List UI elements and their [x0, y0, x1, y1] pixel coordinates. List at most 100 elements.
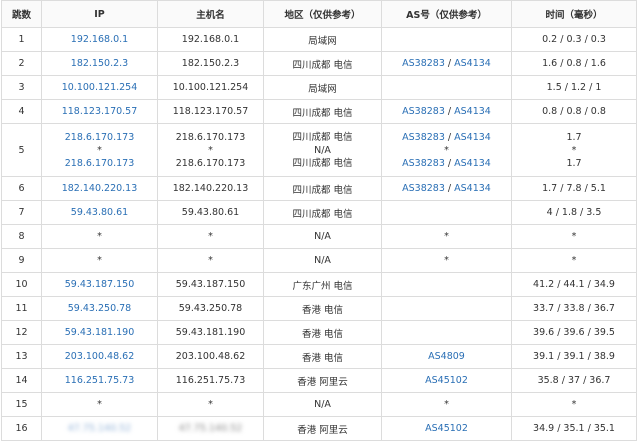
ip-link[interactable]: 218.6.170.173	[44, 131, 155, 144]
hop-cell: 1	[1, 27, 42, 52]
hop-cell: 16	[1, 416, 42, 441]
table-row: 1 192.168.0.1 192.168.0.1 局域网 0.2 / 0.3 …	[1, 27, 637, 52]
host-value: *	[208, 144, 213, 156]
host-cell: 182.140.220.13	[157, 176, 264, 201]
as-cell	[381, 200, 512, 225]
host-cell: *	[157, 392, 264, 417]
hop-cell: 9	[1, 248, 42, 273]
hop-cell: 5	[1, 123, 42, 177]
blurred-host: 47.75.140.52	[178, 423, 243, 434]
region-value: 四川成都 电信	[292, 157, 353, 169]
region-cell: 四川成都 电信 N/A 四川成都 电信	[263, 123, 382, 177]
col-header-ip: IP	[41, 0, 158, 28]
hop-cell: 11	[1, 296, 42, 321]
as-link[interactable]: AS45102	[425, 375, 468, 386]
table-row: 16 47.75.140.52 47.75.140.52 香港 阿里云 AS45…	[1, 416, 637, 441]
ip-link-blurred[interactable]: 47.75.140.52	[41, 416, 158, 441]
region-cell: N/A	[263, 224, 382, 249]
table-row: 14 116.251.75.73 116.251.75.73 香港 阿里云 AS…	[1, 368, 637, 393]
time-cell: 34.9 / 35.1 / 35.1	[511, 416, 637, 441]
hop-cell: 4	[1, 99, 42, 124]
ip-timeout: *	[97, 144, 102, 156]
as-cell	[381, 320, 512, 345]
region-cell: 香港 电信	[263, 344, 382, 369]
as-cell: AS38283 / AS4134	[381, 51, 512, 76]
as-cell: *	[381, 248, 512, 273]
as-link[interactable]: AS38283	[402, 132, 445, 143]
region-cell: 香港 阿里云	[263, 368, 382, 393]
time-cell: 39.6 / 39.6 / 39.5	[511, 320, 637, 345]
host-cell: 59.43.250.78	[157, 296, 264, 321]
time-cell: *	[511, 224, 637, 249]
as-cell	[381, 296, 512, 321]
time-cell: 39.1 / 39.1 / 38.9	[511, 344, 637, 369]
table-row: 10 59.43.187.150 59.43.187.150 广东广州 电信 4…	[1, 272, 637, 297]
ip-link[interactable]: 59.43.187.150	[41, 272, 158, 297]
as-link[interactable]: AS38283	[402, 183, 445, 194]
ip-link[interactable]: 10.100.121.254	[41, 75, 158, 100]
time-cell: 41.2 / 44.1 / 34.9	[511, 272, 637, 297]
ip-link[interactable]: 116.251.75.73	[41, 368, 158, 393]
as-link[interactable]: AS38283	[402, 58, 445, 69]
col-header-hop: 跳数	[1, 0, 42, 28]
ip-link[interactable]: 203.100.48.62	[41, 344, 158, 369]
ip-link[interactable]: 59.43.181.190	[41, 320, 158, 345]
time-cell: 1.7 / 7.8 / 5.1	[511, 176, 637, 201]
ip-link[interactable]: 118.123.170.57	[41, 99, 158, 124]
time-value: 1.7	[566, 131, 582, 143]
as-link[interactable]: AS4134	[454, 132, 491, 143]
table-row: 9 * * N/A * *	[1, 248, 637, 273]
table-row: 11 59.43.250.78 59.43.250.78 香港 电信 33.7 …	[1, 296, 637, 321]
as-link[interactable]: AS4134	[454, 158, 491, 169]
region-cell: N/A	[263, 392, 382, 417]
region-value: N/A	[314, 144, 331, 156]
ip-link[interactable]: 218.6.170.173	[44, 157, 155, 170]
region-cell: 香港 阿里云	[263, 416, 382, 441]
ip-timeout: *	[41, 248, 158, 273]
table-row: 12 59.43.181.190 59.43.181.190 香港 电信 39.…	[1, 320, 637, 345]
ip-link[interactable]: 182.140.220.13	[41, 176, 158, 201]
as-link[interactable]: AS38283	[402, 158, 445, 169]
region-cell: 四川成都 电信	[263, 200, 382, 225]
table-row: 15 * * N/A * *	[1, 392, 637, 417]
host-cell: 218.6.170.173 * 218.6.170.173	[157, 123, 264, 177]
ip-timeout: *	[41, 392, 158, 417]
region-cell: 四川成都 电信	[263, 99, 382, 124]
host-cell: 59.43.187.150	[157, 272, 264, 297]
as-link[interactable]: AS4134	[454, 58, 491, 69]
table-row: 7 59.43.80.61 59.43.80.61 四川成都 电信 4 / 1.…	[1, 200, 637, 225]
ip-link[interactable]: 59.43.80.61	[41, 200, 158, 225]
table-row: 4 118.123.170.57 118.123.170.57 四川成都 电信 …	[1, 99, 637, 124]
host-cell: 192.168.0.1	[157, 27, 264, 52]
region-cell: 局域网	[263, 75, 382, 100]
table-row: 13 203.100.48.62 203.100.48.62 香港 电信 AS4…	[1, 344, 637, 369]
as-link[interactable]: AS4134	[454, 106, 491, 117]
hop-cell: 6	[1, 176, 42, 201]
col-header-as: AS号（仅供参考）	[381, 0, 512, 28]
as-cell: *	[381, 392, 512, 417]
time-value: 1.7	[566, 157, 582, 169]
as-link[interactable]: AS4134	[454, 183, 491, 194]
time-cell: 1.5 / 1.2 / 1	[511, 75, 637, 100]
as-link[interactable]: AS45102	[425, 423, 468, 434]
as-link[interactable]: AS4809	[428, 351, 465, 362]
host-cell: 116.251.75.73	[157, 368, 264, 393]
as-cell: AS38283 / AS4134	[381, 176, 512, 201]
ip-link[interactable]: 192.168.0.1	[41, 27, 158, 52]
as-link[interactable]: AS38283	[402, 106, 445, 117]
ip-link[interactable]: 59.43.250.78	[41, 296, 158, 321]
host-cell: 59.43.80.61	[157, 200, 264, 225]
table-row: 3 10.100.121.254 10.100.121.254 局域网 1.5 …	[1, 75, 637, 100]
ip-timeout: *	[41, 224, 158, 249]
table-header-row: 跳数 IP 主机名 地区（仅供参考） AS号（仅供参考） 时间（毫秒）	[1, 0, 637, 28]
table-row: 2 182.150.2.3 182.150.2.3 四川成都 电信 AS3828…	[1, 51, 637, 76]
as-cell: AS38283 / AS4134	[381, 99, 512, 124]
hop-cell: 15	[1, 392, 42, 417]
time-cell: 1.6 / 0.8 / 1.6	[511, 51, 637, 76]
as-timeout: *	[444, 144, 449, 156]
region-cell: 四川成都 电信	[263, 51, 382, 76]
host-cell: 59.43.181.190	[157, 320, 264, 345]
ip-link[interactable]: 182.150.2.3	[41, 51, 158, 76]
hop-cell: 10	[1, 272, 42, 297]
host-cell: 47.75.140.52	[157, 416, 264, 441]
